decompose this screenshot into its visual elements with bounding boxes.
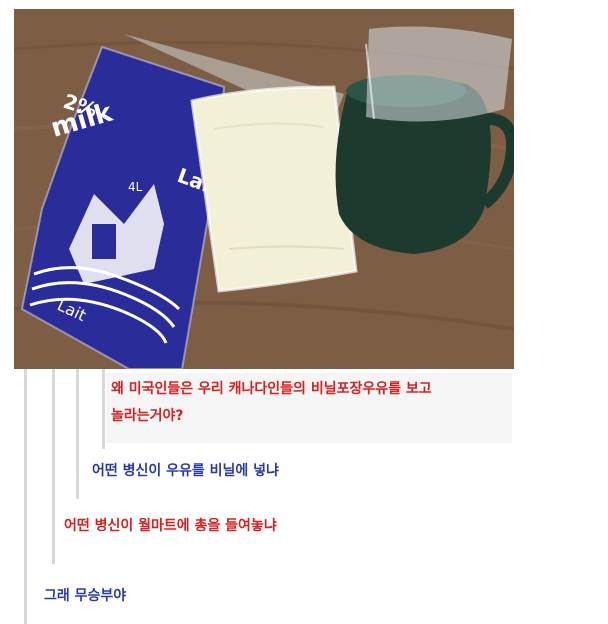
comment-3-text: 어떤 병신이 월마트에 총을 들여놓냐 [64,518,277,534]
comment-1-line2: 놀라는거야? [111,408,184,424]
photo-illustration: 2% milk Lait 4L Lait [14,9,514,369]
reply-indent-bar [52,369,55,564]
white-milk-bag [190,85,358,293]
reply-indent-bar [76,369,79,499]
carton-volume: 4L [128,180,143,194]
comment-1-line1: 왜 미국인들은 우리 캐나다인들의 비닐포장우유를 보고 [111,381,432,397]
reply-indent-bar [24,369,27,624]
post-card: 2% milk Lait 4L Lait 왜 미국인들은 우리 캐나다인들의 비… [14,9,514,624]
milk-bag-photo: 2% milk Lait 4L Lait [14,9,514,369]
comment-4-text: 그래 무승부야 [44,588,127,604]
comment-2-text: 어떤 병신이 우유를 비닐에 넣냐 [92,463,279,479]
comment-thread: 왜 미국인들은 우리 캐나다인들의 비닐포장우유를 보고 놀라는거야? 어떤 병… [14,369,514,624]
reply-indent-bar [102,369,105,449]
